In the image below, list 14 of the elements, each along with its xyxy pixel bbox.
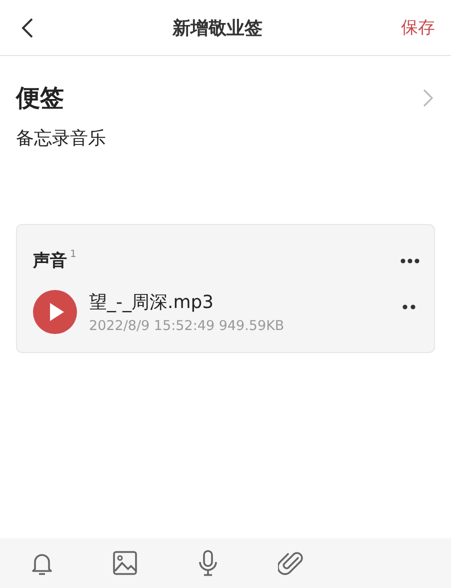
paperclip-icon[interactable] [278,550,304,576]
file-name: 望_-_周深.mp3 [89,291,215,314]
file-details: 2022/8/9 15:52:49 949.59KB [89,318,286,334]
category-label[interactable]: 便签 [16,82,64,114]
item-count: 1 [70,249,76,260]
page-title: 新增敬业签 [172,16,262,40]
section-title: 声音 [33,251,67,271]
back-icon[interactable] [20,16,34,38]
save-button[interactable]: 保存 [401,16,435,39]
note-text[interactable]: 备忘录音乐 [16,126,435,150]
play-button[interactable] [33,290,77,334]
image-icon[interactable] [112,550,138,576]
more-icon[interactable] [402,304,416,310]
more-icon[interactable] [400,258,420,264]
